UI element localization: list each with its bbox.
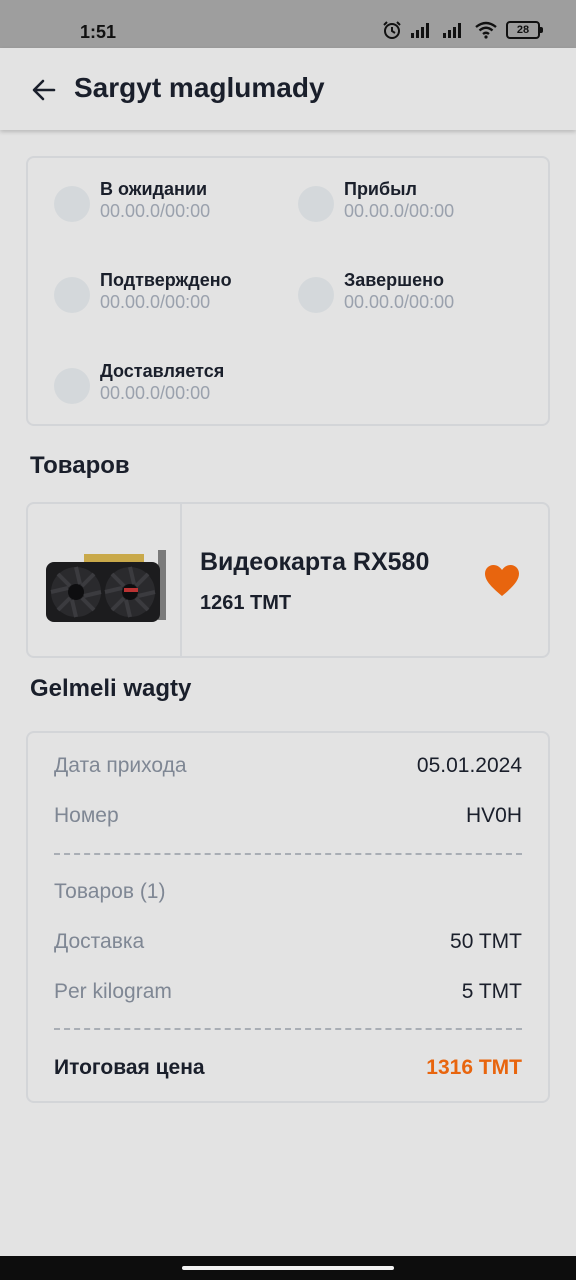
per-kg-value: 5 TMT — [461, 980, 522, 1003]
total-label: Итоговая цена — [54, 1056, 205, 1079]
arrival-date-value: 05.01.2024 — [416, 754, 522, 777]
order-summary-card: Дата прихода 05.01.2024 Номер HV0H Товар… — [26, 731, 550, 1103]
arrival-date-label: Дата прихода — [54, 754, 187, 777]
navigation-bar — [0, 1256, 576, 1280]
app-bar: Sargyt maglumady — [0, 48, 576, 130]
per-kg-label: Per kilogram — [54, 980, 172, 1003]
status-dot — [298, 186, 334, 222]
products-section-title: Товаров — [30, 452, 130, 479]
product-image — [28, 504, 182, 656]
status-dot — [54, 368, 90, 404]
divider — [54, 1028, 522, 1030]
status-label: Подтверждено — [100, 270, 232, 290]
heart-icon — [485, 565, 519, 596]
delivery-value: 50 TMT — [450, 930, 522, 953]
total-value: 1316 TMT — [426, 1056, 522, 1079]
arrow-left-icon — [32, 79, 56, 101]
divider — [54, 853, 522, 855]
status-label: Завершено — [344, 270, 445, 290]
status-bar: 1:51 28 — [0, 0, 576, 48]
alarm-icon — [383, 21, 401, 39]
status-time: 00.00.0/00:00 — [100, 292, 211, 312]
graphics-card-image — [46, 550, 166, 622]
signal-icon — [411, 23, 429, 38]
status-label: Доставляется — [100, 361, 225, 381]
status-time: 00.00.0/00:00 — [100, 201, 211, 221]
status-item-completed: Завершено 00.00.0/00:00 — [298, 269, 454, 313]
status-item-delivering: Доставляется 00.00.0/00:00 — [54, 360, 224, 404]
number-value: HV0H — [465, 804, 522, 827]
items-count-label: Товаров (1) — [54, 880, 166, 903]
status-item-arrived: Прибыл 00.00.0/00:00 — [298, 178, 454, 222]
signal-icon-2 — [443, 23, 461, 38]
status-label: В ожидании — [100, 179, 208, 199]
product-price: 1261 TMT — [200, 592, 292, 614]
page-title: Sargyt maglumady — [74, 72, 325, 103]
number-label: Номер — [54, 804, 119, 827]
status-dot — [298, 277, 334, 313]
order-status-card: В ожидании 00.00.0/00:00 Прибыл 00.00.0/… — [26, 156, 550, 426]
product-card[interactable]: Видеокарта RX580 1261 TMT — [26, 502, 550, 658]
status-time: 00.00.0/00:00 — [344, 292, 455, 312]
delivery-section-title: Gelmeli wagty — [30, 675, 192, 702]
home-indicator[interactable] — [182, 1266, 394, 1270]
favorite-button[interactable] — [484, 564, 520, 598]
back-button[interactable] — [30, 76, 58, 104]
status-item-confirmed: Подтверждено 00.00.0/00:00 — [54, 269, 232, 313]
status-dot — [54, 277, 90, 313]
status-time: 00.00.0/00:00 — [100, 383, 211, 403]
wifi-icon — [475, 21, 497, 39]
status-label: Прибыл — [344, 179, 417, 199]
product-name: Видеокарта RX580 — [200, 548, 430, 576]
delivery-label: Доставка — [54, 930, 145, 953]
status-dot — [54, 186, 90, 222]
status-time: 00.00.0/00:00 — [344, 201, 455, 221]
battery-icon: 28 — [506, 21, 543, 39]
status-icons: 28 — [382, 20, 543, 40]
status-time: 1:51 — [80, 22, 117, 42]
status-item-pending: В ожидании 00.00.0/00:00 — [54, 178, 210, 222]
